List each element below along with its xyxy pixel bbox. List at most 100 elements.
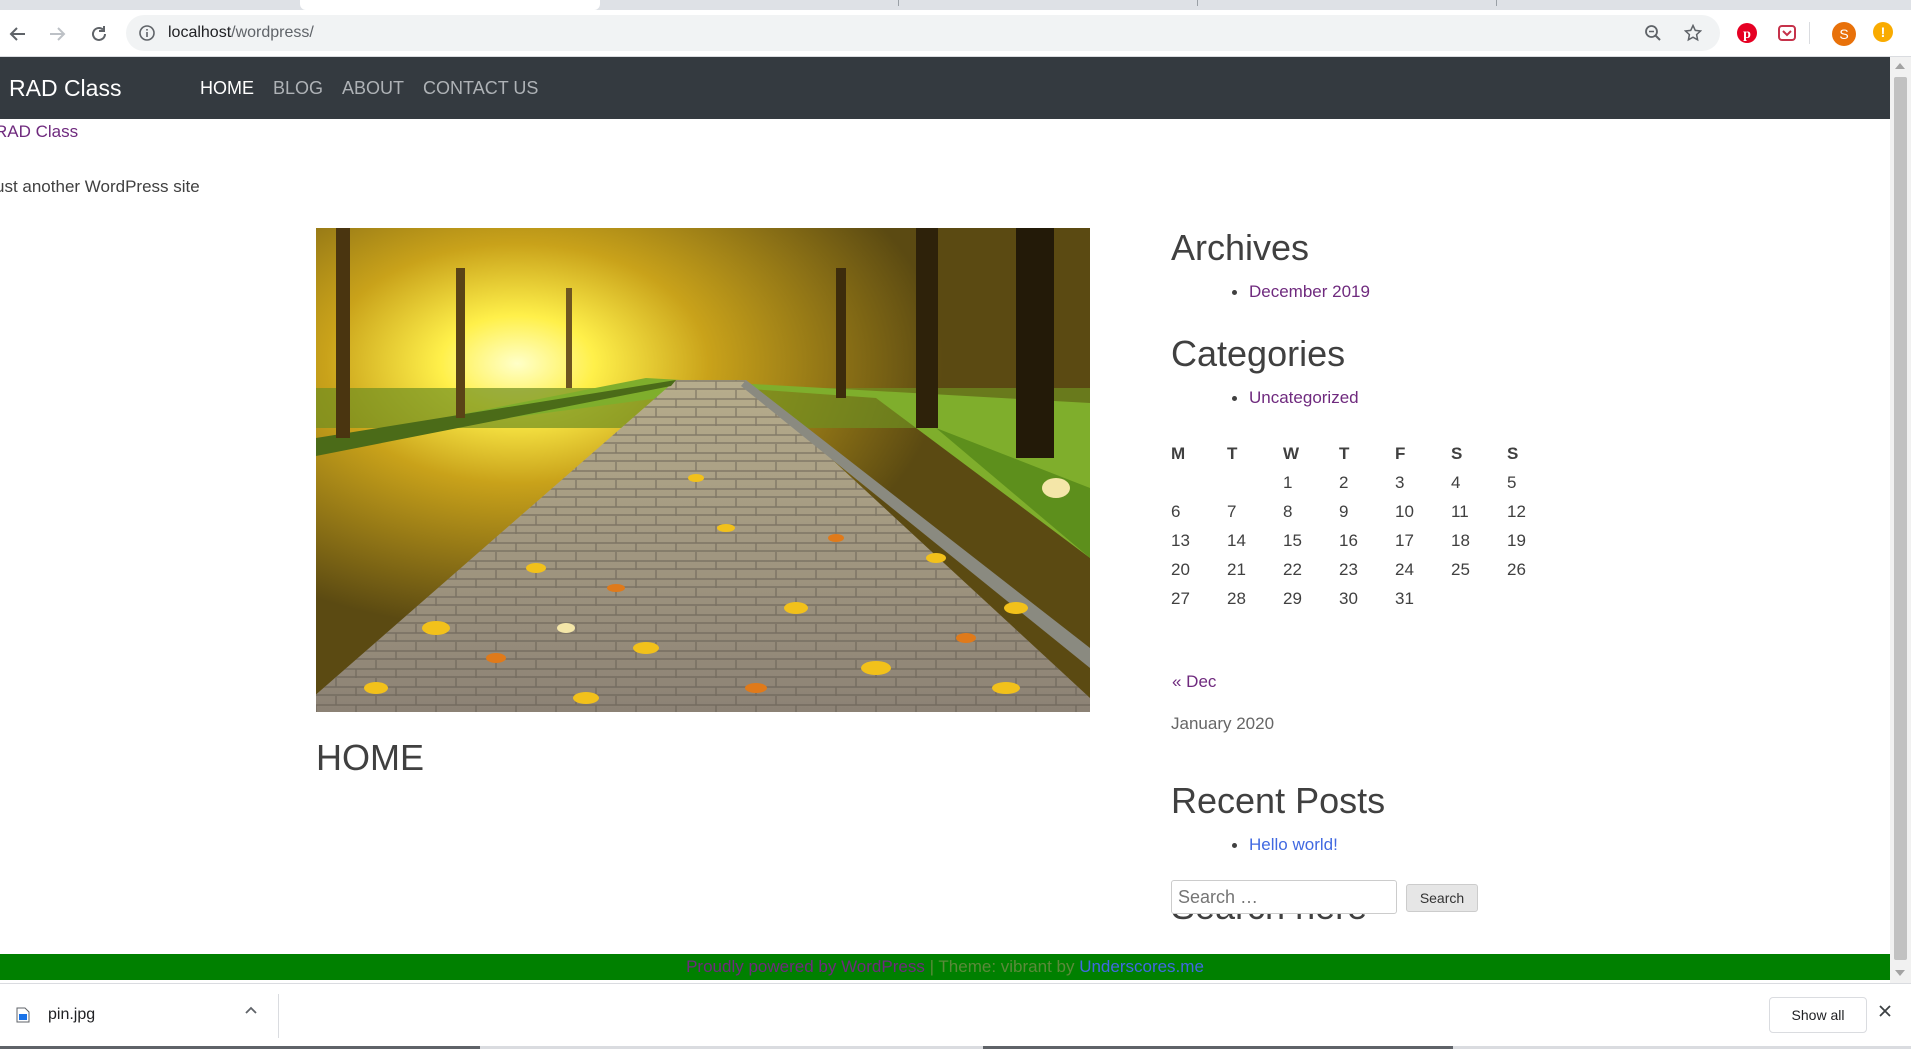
site-description: ust another WordPress site <box>0 177 200 196</box>
close-icon[interactable] <box>1878 1004 1892 1023</box>
calendar-header-row: M T W T F S S <box>1171 439 1563 468</box>
scroll-down-arrow[interactable] <box>1895 970 1905 976</box>
calendar-day: 4 <box>1451 472 1461 492</box>
calendar-caption: January 2020 <box>1171 714 1275 733</box>
update-alert-icon[interactable]: ! <box>1873 22 1893 42</box>
bookmark-star-icon[interactable] <box>1683 23 1703 47</box>
primary-menu: HOME BLOG ABOUT CONTACT US <box>200 78 557 99</box>
calendar-day: 14 <box>1227 530 1246 550</box>
tab-separator <box>1496 0 1497 6</box>
calendar-day <box>1451 584 1507 613</box>
calendar-day: 11 <box>1451 501 1469 521</box>
calendar-day: 21 <box>1227 559 1246 579</box>
url-path: /wordpress/ <box>231 24 314 41</box>
calendar-day: 13 <box>1171 530 1190 550</box>
reload-button[interactable] <box>85 20 113 48</box>
download-item[interactable]: pin.jpg <box>16 1006 95 1024</box>
forward-button[interactable] <box>43 20 71 48</box>
calendar-week-row: 20 21 22 23 24 25 26 <box>1171 555 1563 584</box>
calendar-day: 7 <box>1227 501 1237 521</box>
archives-title: Archives <box>1171 227 1310 268</box>
calendar-day: 20 <box>1171 559 1190 579</box>
weekday-header: M <box>1171 443 1186 463</box>
page-title: HOME <box>316 737 424 778</box>
site-footer: Proudly powered by WordPress | Theme: vi… <box>0 954 1890 980</box>
forward-arrow-icon <box>50 27 66 41</box>
pinterest-extension-icon[interactable]: p <box>1736 22 1758 44</box>
back-arrow-icon <box>9 27 25 41</box>
calendar-day <box>1507 584 1563 613</box>
category-link[interactable]: Uncategorized <box>1232 388 1359 408</box>
active-tab[interactable] <box>300 0 600 10</box>
site-info-icon[interactable] <box>138 24 156 47</box>
calendar-day: 8 <box>1283 501 1293 521</box>
menu-item-home[interactable]: HOME <box>200 78 254 99</box>
calendar-day: 29 <box>1283 588 1302 608</box>
browser-toolbar: localhost/wordpress/ p S ! <box>0 10 1911 57</box>
calendar-day <box>1171 468 1227 497</box>
tab-separator <box>1197 0 1198 6</box>
svg-text:p: p <box>1743 27 1751 42</box>
profile-initial: S <box>1839 26 1849 42</box>
calendar-week-row: 27 28 29 30 31 <box>1171 584 1563 613</box>
calendar-day: 9 <box>1339 501 1349 521</box>
footer-separator: | <box>924 957 939 976</box>
search-input[interactable] <box>1171 880 1397 914</box>
calendar-day: 26 <box>1507 559 1526 579</box>
calendar-day: 22 <box>1283 559 1302 579</box>
address-bar[interactable]: localhost/wordpress/ <box>126 15 1720 51</box>
weekday-header: T <box>1339 443 1350 463</box>
weekday-header: F <box>1395 443 1406 463</box>
navbar-brand[interactable]: RAD Class <box>9 75 121 102</box>
pocket-extension-icon[interactable] <box>1776 22 1798 44</box>
url-host: localhost <box>168 24 232 41</box>
site-title-link[interactable]: RAD Class <box>0 122 78 142</box>
calendar-day: 16 <box>1339 530 1358 550</box>
menu-item-contact[interactable]: CONTACT US <box>423 78 538 99</box>
archive-link[interactable]: December 2019 <box>1232 282 1370 302</box>
calendar-day: 5 <box>1507 472 1517 492</box>
calendar-day: 18 <box>1451 530 1470 550</box>
calendar-day: 3 <box>1395 472 1405 492</box>
url-text[interactable]: localhost/wordpress/ <box>168 24 314 42</box>
menu-item-blog[interactable]: BLOG <box>273 78 323 99</box>
search-button[interactable]: Search <box>1406 884 1478 912</box>
calendar-day: 1 <box>1283 472 1293 492</box>
categories-list: Uncategorized <box>1232 388 1359 408</box>
wordpress-link[interactable]: Proudly powered by WordPress <box>686 957 925 976</box>
profile-avatar[interactable]: S <box>1832 22 1856 46</box>
theme-credit: Theme: vibrant by <box>938 957 1080 976</box>
zoom-icon[interactable] <box>1644 24 1662 47</box>
calendar-day: 31 <box>1395 588 1414 608</box>
site-navbar: RAD Class HOME BLOG ABOUT CONTACT US <box>0 57 1890 119</box>
scroll-up-arrow[interactable] <box>1895 63 1905 69</box>
weekday-header: W <box>1283 443 1300 463</box>
categories-title: Categories <box>1171 333 1346 374</box>
calendar-day: 2 <box>1339 472 1349 492</box>
recent-post-link[interactable]: Hello world! <box>1232 835 1338 855</box>
calendar-day: 28 <box>1227 588 1246 608</box>
tab-strip <box>0 0 1911 10</box>
page-scrollbar[interactable] <box>1890 57 1911 983</box>
menu-item-about[interactable]: ABOUT <box>342 78 404 99</box>
back-button[interactable] <box>4 20 32 48</box>
scroll-thumb[interactable] <box>1894 77 1907 960</box>
calendar-day: 30 <box>1339 588 1358 608</box>
shelf-divider <box>278 994 279 1038</box>
weekday-header: S <box>1451 443 1463 463</box>
calendar-day <box>1227 468 1283 497</box>
image-file-icon <box>16 1007 30 1023</box>
calendar-prev-link[interactable]: « Dec <box>1172 672 1216 692</box>
calendar-week-row: 6 7 8 9 10 11 12 <box>1171 497 1563 526</box>
weekday-header: S <box>1507 443 1519 463</box>
archives-list: December 2019 <box>1232 282 1370 302</box>
recent-posts-title: Recent Posts <box>1171 780 1386 821</box>
calendar-day: 12 <box>1507 501 1526 521</box>
underscores-link[interactable]: Underscores.me <box>1079 957 1204 976</box>
download-options-chevron-icon[interactable] <box>244 1004 258 1023</box>
calendar-day: 27 <box>1171 588 1190 608</box>
hero-image <box>316 228 1090 712</box>
download-file-name: pin.jpg <box>48 1006 96 1023</box>
show-all-downloads-button[interactable]: Show all <box>1769 997 1867 1033</box>
calendar-day: 19 <box>1507 530 1526 550</box>
